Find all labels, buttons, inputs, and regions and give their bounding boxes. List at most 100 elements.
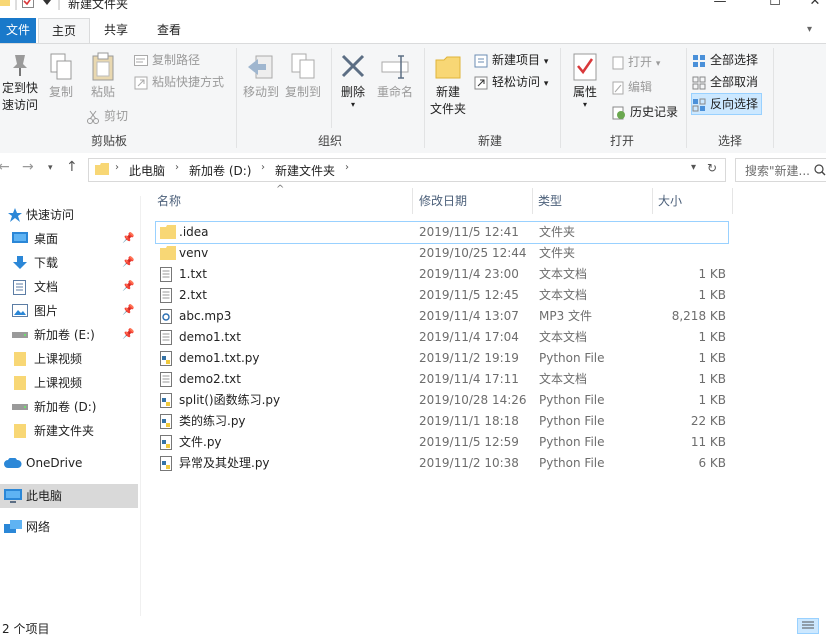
maximize-button[interactable]: ☐: [755, 0, 795, 14]
rename-button[interactable]: 重命名: [374, 48, 416, 101]
pin-quick-access-button[interactable]: 定到快 速访问: [0, 48, 40, 114]
nav-item-quick-access[interactable]: 快速访问: [0, 203, 138, 227]
folder-icon[interactable]: [0, 0, 10, 11]
qa-customize-icon[interactable]: [42, 0, 52, 11]
column-divider[interactable]: [532, 188, 533, 214]
delete-button[interactable]: 删除 ▾: [337, 48, 369, 109]
nav-item-this-pc[interactable]: 此电脑: [0, 484, 138, 508]
breadcrumb-new-folder[interactable]: 新建文件夹: [275, 162, 335, 179]
nav-item-downloads[interactable]: 下载 📌: [0, 251, 138, 275]
python-file-icon: [160, 351, 172, 366]
nav-item-new-folder[interactable]: 新建文件夹: [0, 419, 138, 443]
copy-to-button[interactable]: 复制到: [284, 48, 322, 101]
file-row[interactable]: 1.txt 2019/11/4 23:00 文本文档 1 KB: [156, 264, 728, 285]
breadcrumb-separator[interactable]: ›: [345, 162, 349, 173]
address-bar[interactable]: › 此电脑 › 新加卷 (D:) › 新建文件夹 › ▾ ↻: [88, 158, 726, 182]
column-header-date[interactable]: 修改日期: [419, 188, 529, 214]
column-header-name[interactable]: 名称: [157, 188, 409, 214]
breadcrumb-this-pc[interactable]: 此电脑: [129, 162, 165, 179]
file-row[interactable]: split()函数练习.py 2019/10/28 14:26 Python F…: [156, 390, 728, 411]
tab-file[interactable]: 文件: [0, 18, 36, 43]
group-divider: [686, 48, 687, 148]
breadcrumb-drive-d[interactable]: 新加卷 (D:): [189, 162, 251, 179]
pin-icon[interactable]: 📌: [122, 299, 134, 323]
tab-home[interactable]: 主页: [38, 18, 90, 45]
new-folder-button[interactable]: 新建 文件夹: [428, 48, 468, 118]
drive-icon: [12, 404, 28, 410]
nav-item-drive-d[interactable]: 新加卷 (D:): [0, 395, 138, 419]
paste-shortcut-button[interactable]: 粘贴快捷方式: [134, 72, 224, 92]
refresh-icon[interactable]: ↻: [707, 161, 717, 175]
chevron-down-icon[interactable]: ▾: [807, 24, 812, 35]
file-row[interactable]: .idea 2019/11/5 12:41 文件夹: [155, 221, 729, 244]
copy-button[interactable]: 复制: [44, 48, 78, 101]
file-row[interactable]: demo2.txt 2019/11/4 17:11 文本文档 1 KB: [156, 369, 728, 390]
open-button[interactable]: 打开 ▾: [612, 52, 660, 72]
pin-icon[interactable]: 📌: [122, 251, 134, 275]
search-input[interactable]: 搜索"新建...: [745, 162, 810, 179]
nav-item-drive-e[interactable]: 新加卷 (E:) 📌: [0, 323, 138, 347]
details-view-icon: [802, 621, 814, 629]
file-row[interactable]: demo1.txt.py 2019/11/2 19:19 Python File…: [156, 348, 728, 369]
easy-access-button[interactable]: 轻松访问 ▾: [474, 72, 548, 92]
pin-icon[interactable]: 📌: [122, 323, 134, 347]
file-row[interactable]: 2.txt 2019/11/5 12:45 文本文档 1 KB: [156, 285, 728, 306]
status-bar: 2 个项目: [0, 618, 826, 636]
cut-button[interactable]: 剪切: [86, 106, 128, 126]
file-row[interactable]: 类的练习.py 2019/11/1 18:18 Python File 22 K…: [156, 411, 728, 432]
move-to-button[interactable]: 移动到: [242, 48, 280, 101]
nav-item-pictures[interactable]: 图片 📌: [0, 299, 138, 323]
paste-button[interactable]: 粘贴: [86, 48, 120, 101]
copy-path-button[interactable]: 复制路径: [134, 50, 200, 70]
tab-share[interactable]: 共享: [92, 18, 140, 43]
up-arrow-icon[interactable]: ↑: [66, 159, 78, 175]
python-file-icon: [160, 393, 172, 408]
forward-arrow-icon[interactable]: →: [22, 159, 34, 175]
address-dropdown-chevron-icon[interactable]: ▾: [691, 162, 696, 173]
column-divider[interactable]: [652, 188, 653, 214]
properties-button[interactable]: 属性 ▾: [566, 48, 604, 109]
minimize-button[interactable]: —: [700, 0, 740, 14]
column-divider[interactable]: [732, 188, 733, 214]
select-all-button[interactable]: 全部选择: [692, 50, 758, 70]
nav-item-desktop[interactable]: 桌面 📌: [0, 227, 138, 251]
invert-selection-button[interactable]: 反向选择: [691, 93, 763, 115]
download-icon: [13, 256, 27, 269]
column-header-size[interactable]: 大小: [658, 188, 728, 214]
recent-locations-chevron-icon[interactable]: ▾: [48, 163, 53, 173]
properties-check-icon[interactable]: [22, 0, 34, 11]
edit-button[interactable]: 编辑: [612, 77, 652, 97]
breadcrumb-separator[interactable]: ›: [175, 162, 179, 173]
nav-item-class-videos[interactable]: 上课视频: [0, 347, 138, 371]
file-row[interactable]: 文件.py 2019/11/5 12:59 Python File 11 KB: [156, 432, 728, 453]
nav-item-class-videos-2[interactable]: 上课视频: [0, 371, 138, 395]
group-divider: [560, 48, 561, 148]
title-bar: | | 新建文件夹 — ☐ ✕: [0, 0, 826, 16]
file-row[interactable]: venv 2019/10/25 12:44 文件夹: [156, 243, 728, 264]
divider: [331, 48, 332, 128]
file-row[interactable]: 异常及其处理.py 2019/11/2 10:38 Python File 6 …: [156, 453, 728, 474]
file-row[interactable]: demo1.txt 2019/11/4 17:04 文本文档 1 KB: [156, 327, 728, 348]
new-item-button[interactable]: 新建项目 ▾: [474, 50, 548, 70]
search-box[interactable]: 搜索"新建...: [735, 158, 826, 182]
breadcrumb-separator[interactable]: ›: [261, 162, 265, 173]
close-button[interactable]: ✕: [795, 0, 826, 14]
tab-view[interactable]: 查看: [145, 18, 193, 43]
python-file-icon: [160, 435, 172, 450]
pin-icon[interactable]: 📌: [122, 275, 134, 299]
search-icon: [814, 164, 826, 176]
folder-icon: [160, 225, 176, 239]
column-header-type[interactable]: 类型: [538, 188, 648, 214]
column-divider[interactable]: [412, 188, 413, 214]
back-arrow-icon[interactable]: ←: [0, 159, 10, 175]
nav-item-documents[interactable]: 文档 📌: [0, 275, 138, 299]
file-row[interactable]: abc.mp3 2019/11/4 13:07 MP3 文件 8,218 KB: [156, 306, 728, 327]
nav-item-network[interactable]: 网络: [0, 515, 138, 539]
nav-item-onedrive[interactable]: OneDrive: [0, 451, 138, 475]
navigation-pane: 快速访问 桌面 📌 下载 📌 文档 📌 图片 📌 新加卷 (E:) 📌 上课视频…: [0, 196, 141, 616]
pin-icon[interactable]: 📌: [122, 227, 134, 251]
select-none-button[interactable]: 全部取消: [692, 72, 758, 92]
breadcrumb-separator[interactable]: ›: [115, 162, 119, 173]
address-row: ← → ▾ ↑ › 此电脑 › 新加卷 (D:) › 新建文件夹 › ▾ ↻ 搜…: [0, 153, 826, 186]
history-button[interactable]: 历史记录: [612, 102, 678, 122]
